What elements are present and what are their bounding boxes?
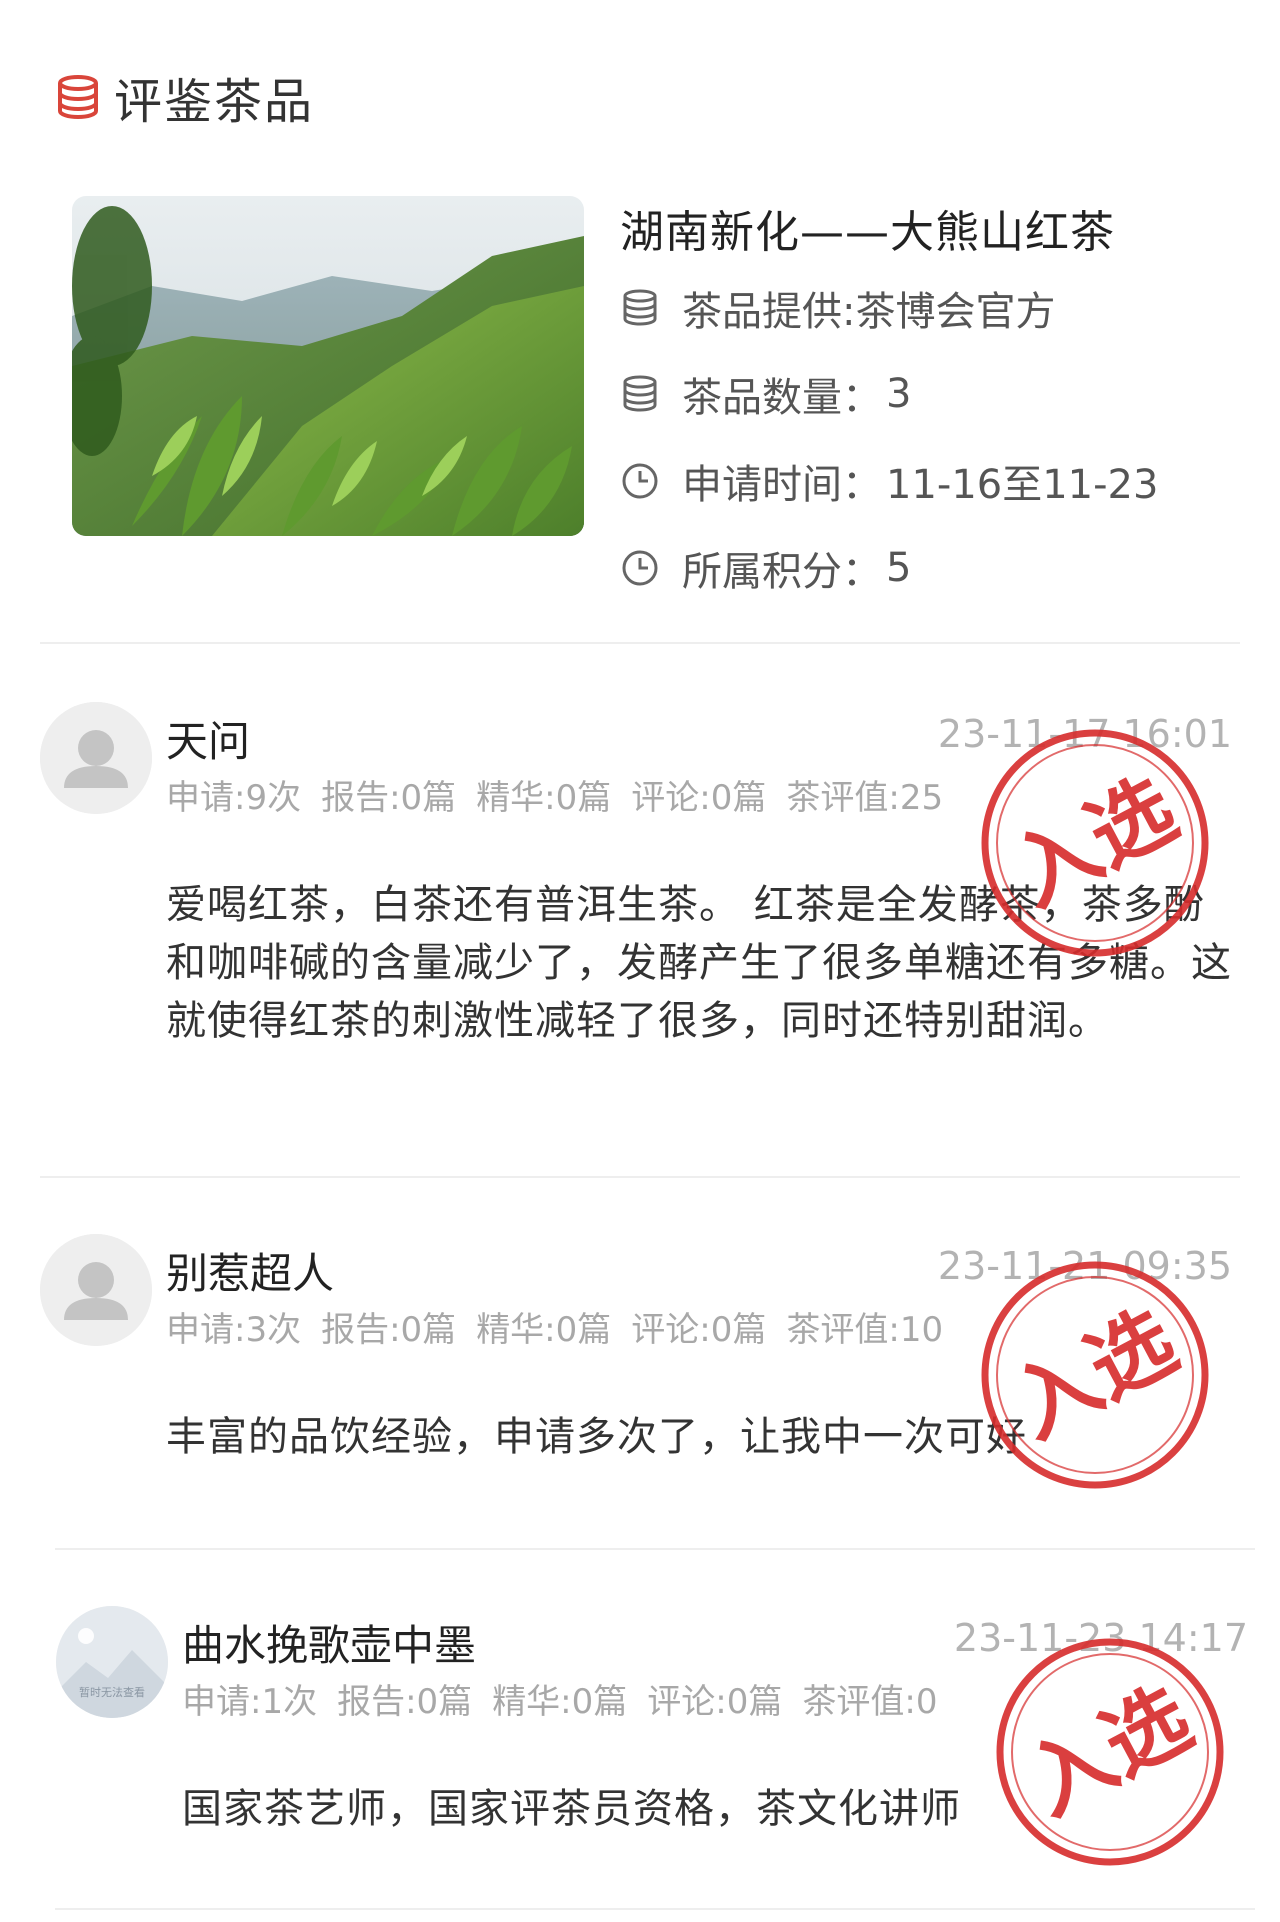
clock-icon [622, 550, 658, 586]
user-silhouette-icon [40, 1234, 152, 1346]
stat-comments: 评论:0篇 [631, 778, 767, 818]
product-name: 湖南新化——大熊山红茶 [620, 207, 1115, 258]
reviewer-stats: 申请:3次 报告:0篇 精华:0篇 评论:0篇 茶评值:10 [166, 1302, 963, 1351]
divider [55, 1548, 1255, 1550]
stat-reports: 报告:0篇 [337, 1682, 473, 1722]
section-title: 评鉴茶品 [114, 74, 315, 130]
reviewer-stats: 申请:1次 报告:0篇 精华:0篇 评论:0篇 茶评值:0 [182, 1674, 957, 1723]
product-points-label: 所属积分： [682, 549, 882, 595]
stat-applications: 申请:1次 [182, 1682, 318, 1722]
product-quantity-value: 3 [886, 371, 912, 417]
avatar[interactable]: 暂时无法查看 [56, 1606, 168, 1718]
image-placeholder-icon: 暂时无法查看 [56, 1606, 168, 1718]
section-header: 评鉴茶品 [56, 62, 314, 132]
stack-icon [623, 289, 657, 326]
review-text: 爱喝红茶，白茶还有普洱生茶。 红茶是全发酵茶，茶多酚和咖啡碱的含量减少了，发酵产… [166, 882, 1232, 1044]
stat-tea-score: 茶评值:25 [786, 778, 944, 818]
clock-icon [622, 463, 658, 499]
reviewer-name[interactable]: 天问 [166, 708, 250, 769]
stat-reports: 报告:0篇 [321, 1310, 457, 1350]
product-quantity-row: 茶品数量： 3 [620, 368, 912, 421]
review-time: 23-11-17 16:01 [937, 712, 1232, 756]
stat-comments: 评论:0篇 [647, 1682, 783, 1722]
stat-tea-score: 茶评值:0 [802, 1682, 938, 1722]
product-provider-row: 茶品提供:茶博会官方 [620, 282, 1056, 335]
stat-reports: 报告:0篇 [321, 778, 457, 818]
stat-comments: 评论:0篇 [631, 1310, 767, 1350]
avatar[interactable] [40, 1234, 152, 1346]
product-image[interactable] [72, 196, 584, 536]
stat-applications: 申请:3次 [166, 1310, 302, 1350]
product-apply-time-value: 11-16至11-23 [886, 462, 1159, 508]
review-time: 23-11-21 09:35 [937, 1244, 1232, 1288]
avatar-placeholder-text: 暂时无法查看 [79, 1685, 145, 1699]
review-text: 丰富的品饮经验，申请多次了，让我中一次可好 [166, 1414, 1027, 1460]
stat-tea-score: 茶评值:10 [786, 1310, 944, 1350]
product-provider: 茶品提供:茶博会官方 [682, 289, 1056, 335]
product-points-value: 5 [886, 545, 912, 591]
product-apply-time-row: 申请时间： 11-16至11-23 [620, 455, 1159, 508]
stat-applications: 申请:9次 [166, 778, 302, 818]
product-apply-time-label: 申请时间： [682, 462, 882, 508]
divider [55, 1908, 1255, 1910]
review-time: 23-11-23 14:17 [953, 1616, 1248, 1660]
product-points-row: 所属积分： 5 [620, 542, 912, 595]
stat-featured: 精华:0篇 [476, 1310, 612, 1350]
stack-icon [58, 75, 98, 120]
reviewer-name[interactable]: 曲水挽歌壶中墨 [182, 1612, 476, 1673]
reviewer-stats: 申请:9次 报告:0篇 精华:0篇 评论:0篇 茶评值:25 [166, 770, 963, 819]
user-silhouette-icon [40, 702, 152, 814]
avatar[interactable] [40, 702, 152, 814]
divider [40, 642, 1240, 644]
reviewer-name[interactable]: 别惹超人 [166, 1240, 334, 1301]
stat-featured: 精华:0篇 [476, 778, 612, 818]
divider [40, 1176, 1240, 1178]
product-quantity-label: 茶品数量： [682, 375, 882, 421]
review-text: 国家茶艺师，国家评茶员资格，茶文化讲师 [182, 1786, 961, 1832]
stack-icon [623, 375, 657, 412]
stat-featured: 精华:0篇 [492, 1682, 628, 1722]
